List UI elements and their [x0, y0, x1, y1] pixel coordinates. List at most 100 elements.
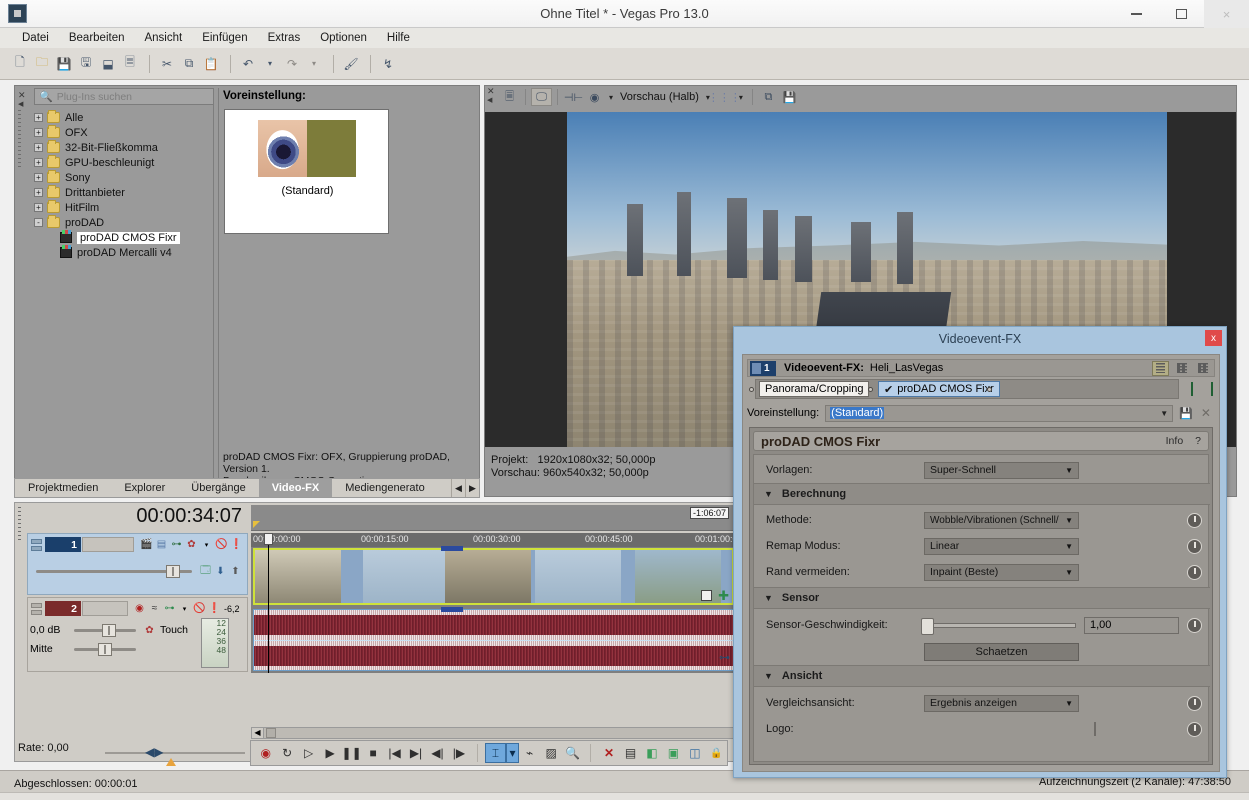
- tree-item-32bit[interactable]: + 32-Bit-Fließkomma: [34, 140, 214, 155]
- tab-explorer[interactable]: Explorer: [111, 479, 178, 497]
- schaetzen-button[interactable]: Schaetzen: [924, 643, 1079, 661]
- audio-pan-thumb[interactable]: [98, 643, 112, 656]
- menu-item-datei[interactable]: Datei: [12, 28, 59, 48]
- playback-rate-track[interactable]: [105, 752, 245, 754]
- track-audio-solo-icon[interactable]: ❗: [207, 602, 222, 616]
- expander-icon[interactable]: +: [34, 158, 43, 167]
- track-record-arm-icon[interactable]: ◉: [132, 602, 147, 616]
- track-automation-caret-icon[interactable]: ▾: [199, 538, 214, 552]
- three-column-view-icon[interactable]: [1194, 361, 1211, 376]
- selection-edit-tool-button[interactable]: ▨: [540, 743, 561, 763]
- normal-edit-tool-button[interactable]: ⌶: [485, 743, 507, 763]
- overlays-icon[interactable]: ⋮⋮⋮: [714, 88, 735, 106]
- tab-video-fx[interactable]: Video-FX: [259, 479, 332, 497]
- envelope-edit-tool-button[interactable]: ⌁: [519, 743, 540, 763]
- zoom-selection-button[interactable]: ◧: [641, 743, 662, 763]
- zoom-time-button[interactable]: ◫: [684, 743, 705, 763]
- expander-icon[interactable]: -: [34, 218, 43, 227]
- sensor-geschwindigkeit-slider[interactable]: [924, 623, 1076, 628]
- track-pan-crop-icon[interactable]: ⊶: [169, 538, 184, 552]
- tree-item-alle[interactable]: + Alle: [34, 110, 214, 125]
- tree-item-sony[interactable]: + Sony: [34, 170, 214, 185]
- chevron-down-icon[interactable]: ▼: [1065, 699, 1073, 708]
- track-motion-icon[interactable]: 🗔: [198, 564, 213, 578]
- track-audio-mute-icon[interactable]: 🚫: [192, 602, 207, 616]
- track-up-arrow-icon[interactable]: ⬆: [228, 564, 243, 578]
- event-fx-button[interactable]: ✚: [718, 590, 729, 602]
- scroll-thumb[interactable]: [266, 728, 276, 738]
- audio-track-number[interactable]: 2: [45, 601, 81, 616]
- play-button[interactable]: ▶: [319, 743, 340, 763]
- keyframe-clock-icon[interactable]: [1187, 565, 1202, 580]
- tab-scroll-left-icon[interactable]: ◀: [451, 479, 465, 497]
- two-column-view-icon[interactable]: [1173, 361, 1190, 376]
- tree-item-drittanbieter[interactable]: + Drittanbieter: [34, 185, 214, 200]
- vergleichsansicht-select[interactable]: Ergebnis anzeigen ▼: [924, 695, 1079, 712]
- rand-vermeiden-select[interactable]: Inpaint (Beste) ▼: [924, 564, 1079, 581]
- preview-collapse-icon[interactable]: ◀: [487, 96, 492, 104]
- audio-volume-thumb[interactable]: [102, 624, 116, 637]
- video-level-thumb[interactable]: [166, 565, 180, 578]
- sensor-geschwindigkeit-value-field[interactable]: 1,00: [1084, 617, 1179, 634]
- play-from-start-button[interactable]: ▷: [298, 743, 319, 763]
- group-ansicht[interactable]: ▼ Ansicht: [754, 665, 1210, 687]
- expander-icon[interactable]: +: [34, 188, 43, 197]
- menu-item-ansicht[interactable]: Ansicht: [134, 28, 192, 48]
- close-timeline-button[interactable]: ✕: [598, 743, 619, 763]
- track-header-audio[interactable]: 2 ◉ ≈ ⊶ ▾ 🚫 ❗ -6,2 0,0 dB ✿ Touch ▾ M: [27, 597, 248, 672]
- group-berechnung[interactable]: ▼ Berechnung: [754, 483, 1210, 505]
- video-fade-handle[interactable]: [441, 546, 463, 551]
- dock-collapse-icon[interactable]: ◀: [18, 100, 23, 108]
- audio-track-minimize-icon[interactable]: [31, 603, 42, 608]
- timeline-grip[interactable]: [15, 503, 27, 761]
- loop-playback-button[interactable]: ↻: [276, 743, 297, 763]
- audio-volume-slider[interactable]: [74, 629, 136, 632]
- keyframe-clock-icon[interactable]: [1187, 539, 1202, 554]
- preview-quality-caret-icon[interactable]: ▾: [609, 93, 613, 102]
- audio-pan-slider[interactable]: [74, 648, 136, 651]
- new-project-icon[interactable]: 🗋: [10, 54, 30, 74]
- tree-item-prodad-mercalli-v4[interactable]: proDAD Mercalli v4: [34, 245, 214, 260]
- track-automation-gear-icon[interactable]: ✿: [184, 538, 199, 552]
- timeline-cursor-timecode[interactable]: 00:00:34:07: [27, 505, 248, 531]
- search-input[interactable]: 🔍 Plug-Ins suchen: [34, 88, 214, 105]
- chevron-down-icon[interactable]: ▼: [1065, 568, 1073, 577]
- timeline-playhead-handle[interactable]: [264, 533, 273, 545]
- pause-button[interactable]: ❚❚: [341, 743, 362, 763]
- timeline-ruler[interactable]: 00:00:00:00 00:00:15:00 00:00:30:00 00:0…: [251, 533, 736, 547]
- copy-snapshot-to-clipboard-icon[interactable]: ⧉: [758, 88, 779, 106]
- tab-scroll-right-icon[interactable]: ▶: [465, 479, 479, 497]
- remove-plugin-icon[interactable]: [1211, 383, 1213, 395]
- whats-this-help-icon[interactable]: ↯: [378, 54, 398, 74]
- track-maximize-icon[interactable]: [31, 546, 42, 551]
- undo-dropdown-icon[interactable]: ▾: [260, 54, 280, 74]
- close-button[interactable]: ×: [1204, 0, 1249, 28]
- audio-track-name-field[interactable]: [82, 601, 128, 616]
- cut-icon[interactable]: ✂: [157, 54, 177, 74]
- enable-snapping-icon[interactable]: 🖌: [341, 54, 361, 74]
- menu-item-einfuegen[interactable]: Einfügen: [192, 28, 257, 48]
- dialog-close-button[interactable]: x: [1205, 330, 1222, 346]
- zoom-edit-tool-button[interactable]: 🔍: [562, 743, 583, 763]
- tab-uebergaenge[interactable]: Übergänge: [178, 479, 258, 497]
- group-sensor[interactable]: ▼ Sensor: [754, 587, 1210, 609]
- redo-dropdown-icon[interactable]: ▾: [304, 54, 324, 74]
- copy-icon[interactable]: ⧉: [179, 54, 199, 74]
- chevron-down-icon[interactable]: ▼: [1065, 542, 1073, 551]
- tree-item-gpu[interactable]: + GPU-beschleunigt: [34, 155, 214, 170]
- loop-region-marker[interactable]: [253, 521, 260, 528]
- video-event-heli-lasvegas[interactable]: ✚: [253, 548, 734, 605]
- save-as-icon[interactable]: 🖫: [76, 54, 96, 74]
- plugin-info-link[interactable]: Info: [1166, 435, 1184, 447]
- playback-rate-thumb-icon[interactable]: ◀▶: [145, 745, 163, 759]
- tree-item-ofx[interactable]: + OFX: [34, 125, 214, 140]
- expander-icon[interactable]: +: [34, 113, 43, 122]
- undo-icon[interactable]: ↶: [238, 54, 258, 74]
- project-video-properties-icon[interactable]: 🗏: [499, 88, 520, 106]
- go-to-end-button[interactable]: ▶|: [405, 743, 426, 763]
- zoom-edit-button[interactable]: ▣: [663, 743, 684, 763]
- chevron-down-icon[interactable]: ▼: [764, 489, 773, 499]
- track-solo-icon[interactable]: ❗: [229, 538, 244, 552]
- keyframe-clock-icon[interactable]: [1187, 722, 1202, 737]
- stop-button[interactable]: ■: [362, 743, 383, 763]
